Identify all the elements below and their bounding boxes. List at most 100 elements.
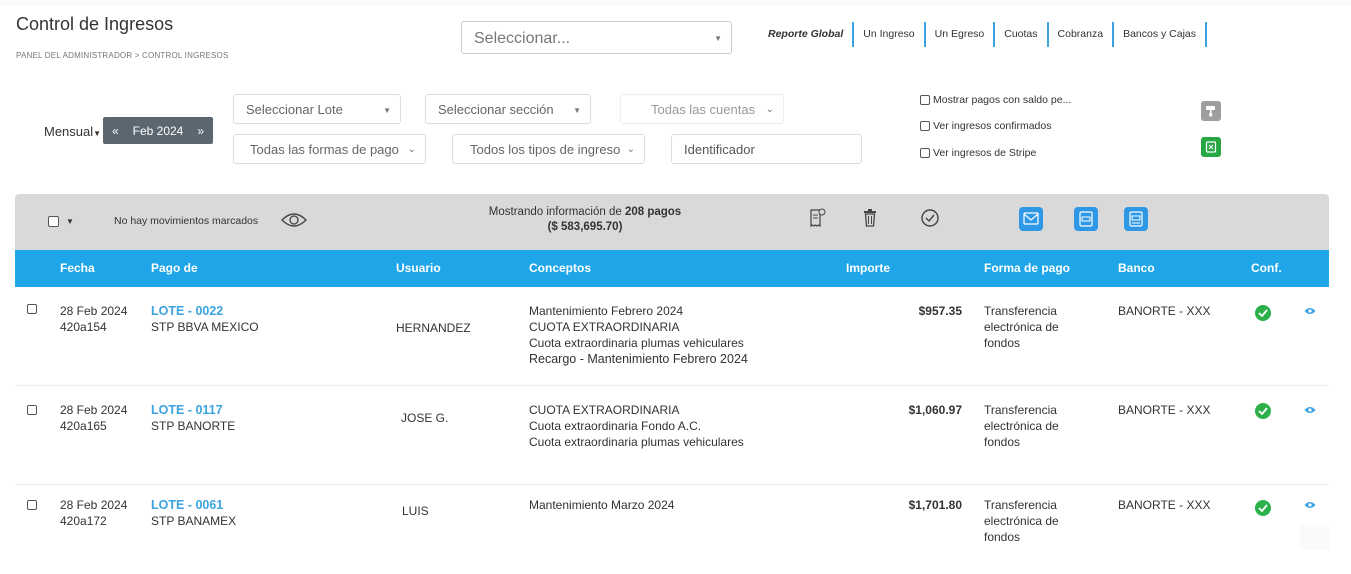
concept-line: Mantenimiento Marzo 2024 bbox=[529, 498, 675, 512]
check-confirmados-row[interactable]: Ver ingresos confirmados bbox=[920, 120, 1051, 132]
scroll-edge bbox=[1300, 525, 1330, 550]
row-banco: BANORTE - XXX bbox=[1118, 403, 1211, 417]
document-icon bbox=[1079, 211, 1093, 227]
row-fecha: 28 Feb 2024 420a154 bbox=[60, 303, 127, 335]
row-origin-bank: STP BANORTE bbox=[151, 419, 236, 433]
row-date: 28 Feb 2024 bbox=[60, 403, 128, 417]
payments-summary: Mostrando información de 208 pagos ($ 58… bbox=[455, 205, 715, 235]
row-usuario: JOSE G. bbox=[401, 411, 449, 425]
forma-pago-line: Transferencia bbox=[984, 304, 1057, 318]
confirmed-icon bbox=[1255, 403, 1271, 419]
month-next-button[interactable]: » bbox=[197, 124, 204, 138]
nav-cobranza[interactable]: Cobranza bbox=[1049, 22, 1115, 47]
excel-export-button[interactable] bbox=[1201, 137, 1221, 157]
nav-un-ingreso[interactable]: Un Ingreso bbox=[854, 22, 926, 47]
nav-reporte-global[interactable]: Reporte Global bbox=[761, 22, 855, 47]
check-stripe-label: Ver ingresos de Stripe bbox=[933, 147, 1037, 159]
check-saldo-row[interactable]: Mostrar pagos con saldo pe... bbox=[920, 94, 1071, 106]
marked-movements-text: No hay movimientos marcados bbox=[114, 215, 259, 227]
main-select-placeholder: Seleccionar... bbox=[474, 30, 571, 47]
trash-icon[interactable] bbox=[862, 208, 878, 233]
nav-bancos-cajas[interactable]: Bancos y Cajas bbox=[1114, 22, 1208, 47]
col-forma-pago[interactable]: Forma de pago bbox=[984, 261, 1070, 275]
paint-roller-icon bbox=[1206, 106, 1215, 117]
row-checkbox[interactable] bbox=[27, 405, 37, 415]
check-stripe-checkbox[interactable] bbox=[920, 148, 930, 158]
concept-line: CUOTA EXTRAORDINARIA bbox=[529, 320, 680, 334]
forma-pago-line: electrónica de bbox=[984, 514, 1059, 528]
formas-pago-select[interactable]: Todas las formas de pago ⌄ bbox=[233, 134, 426, 164]
col-pago-de[interactable]: Pago de bbox=[151, 261, 198, 275]
paint-roller-button[interactable] bbox=[1201, 101, 1221, 121]
col-conceptos[interactable]: Conceptos bbox=[529, 261, 591, 275]
main-select[interactable]: Seleccionar... ▼ bbox=[461, 21, 732, 54]
table-row[interactable]: 28 Feb 2024 420a172 LOTE - 0061 STP BANA… bbox=[15, 496, 1329, 574]
pdf-export-button[interactable] bbox=[1124, 207, 1148, 231]
check-saldo-checkbox[interactable] bbox=[920, 95, 930, 105]
select-all-checkbox[interactable] bbox=[48, 216, 59, 227]
email-button[interactable] bbox=[1019, 207, 1043, 231]
row-banco: BANORTE - XXX bbox=[1118, 304, 1211, 318]
row-conceptos: Mantenimiento Marzo 2024 bbox=[529, 497, 674, 513]
cuentas-select-value: Todas las cuentas bbox=[651, 102, 756, 117]
row-id: 420a154 bbox=[60, 320, 107, 334]
summary-prefix: Mostrando información de bbox=[488, 206, 625, 218]
seccion-select[interactable]: Seleccionar sección ▼ bbox=[425, 94, 591, 124]
summary-count: 208 pagos bbox=[624, 206, 682, 218]
forma-pago-line: electrónica de bbox=[984, 419, 1059, 433]
concept-line: Cuota extraordinaria plumas vehiculares bbox=[529, 435, 744, 449]
seccion-select-value: Seleccionar sección bbox=[438, 102, 554, 117]
row-banco: BANORTE - XXX bbox=[1118, 498, 1211, 512]
concept-line: Cuota extraordinaria plumas vehiculares bbox=[529, 336, 744, 350]
row-checkbox[interactable] bbox=[27, 500, 37, 510]
lote-select-value: Seleccionar Lote bbox=[246, 102, 343, 117]
eye-icon[interactable] bbox=[280, 211, 308, 234]
doc-export-button[interactable] bbox=[1074, 207, 1098, 231]
select-all-dropdown[interactable]: ▼ bbox=[48, 216, 74, 227]
identificador-placeholder: Identificador bbox=[684, 142, 755, 157]
check-confirmados-checkbox[interactable] bbox=[920, 121, 930, 131]
concept-line: Mantenimiento Febrero 2024 bbox=[529, 304, 684, 318]
period-dropdown[interactable]: Mensual▼ bbox=[44, 124, 101, 139]
view-eye-icon[interactable] bbox=[1304, 302, 1316, 320]
col-fecha[interactable]: Fecha bbox=[60, 261, 95, 275]
check-circle-icon[interactable] bbox=[920, 208, 940, 233]
forma-pago-line: fondos bbox=[984, 435, 1021, 449]
row-fecha: 28 Feb 2024 420a172 bbox=[60, 497, 127, 529]
month-label: Feb 2024 bbox=[132, 123, 184, 138]
receipt-icon[interactable] bbox=[808, 208, 826, 233]
col-importe[interactable]: Importe bbox=[846, 261, 890, 275]
tipos-ingreso-select[interactable]: Todos los tipos de ingreso ⌄ bbox=[452, 134, 645, 164]
col-banco[interactable]: Banco bbox=[1118, 261, 1155, 275]
month-prev-button[interactable]: « bbox=[112, 124, 119, 138]
cuentas-select[interactable]: Todas las cuentas ⌄ bbox=[620, 94, 784, 124]
excel-icon bbox=[1205, 141, 1217, 153]
envelope-icon bbox=[1023, 212, 1039, 225]
confirmed-icon bbox=[1255, 500, 1271, 516]
chevron-down-icon: ⌄ bbox=[765, 104, 774, 115]
nav-cuotas[interactable]: Cuotas bbox=[995, 22, 1049, 47]
table-row[interactable]: 28 Feb 2024 420a154 LOTE - 0022 STP BBVA… bbox=[15, 300, 1329, 386]
view-eye-icon[interactable] bbox=[1304, 401, 1316, 419]
lote-link[interactable]: LOTE - 0061 bbox=[151, 498, 223, 512]
caret-down-icon: ▼ bbox=[66, 217, 74, 226]
row-id: 420a172 bbox=[60, 514, 107, 528]
row-date: 28 Feb 2024 bbox=[60, 498, 128, 512]
table-row[interactable]: 28 Feb 2024 420a165 LOTE - 0117 STP BANO… bbox=[15, 401, 1329, 485]
formas-pago-value: Todas las formas de pago bbox=[250, 142, 399, 157]
check-stripe-row[interactable]: Ver ingresos de Stripe bbox=[920, 147, 1036, 159]
identificador-input[interactable]: Identificador bbox=[671, 134, 862, 164]
row-forma-pago: Transferencia electrónica de fondos bbox=[984, 497, 1059, 545]
nav-un-egreso[interactable]: Un Egreso bbox=[926, 22, 996, 47]
check-confirmados-label: Ver ingresos confirmados bbox=[933, 120, 1052, 132]
view-eye-icon[interactable] bbox=[1304, 496, 1316, 514]
lote-select[interactable]: Seleccionar Lote ▼ bbox=[233, 94, 401, 124]
breadcrumb: PANEL DEL ADMINISTRADOR > CONTROL INGRES… bbox=[16, 51, 229, 60]
row-pago-de: LOTE - 0061 STP BANAMEX bbox=[151, 497, 236, 529]
confirmed-icon bbox=[1255, 305, 1271, 321]
lote-link[interactable]: LOTE - 0117 bbox=[151, 403, 223, 417]
row-checkbox[interactable] bbox=[27, 304, 37, 314]
col-conf[interactable]: Conf. bbox=[1251, 261, 1282, 275]
col-usuario[interactable]: Usuario bbox=[396, 261, 441, 275]
lote-link[interactable]: LOTE - 0022 bbox=[151, 304, 223, 318]
